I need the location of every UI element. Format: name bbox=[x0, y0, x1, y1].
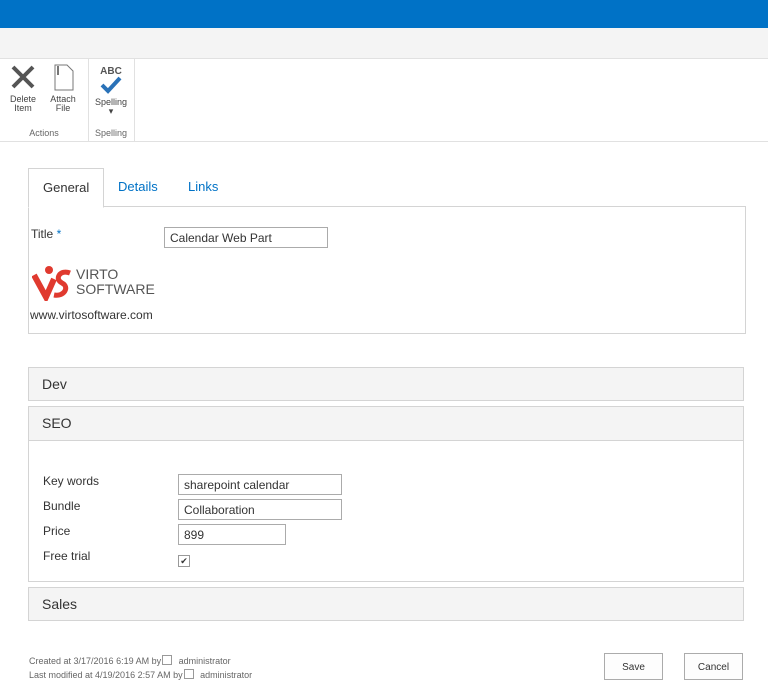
delete-item-button[interactable]: Delete Item bbox=[5, 63, 41, 113]
logo-software: SOFTWARE bbox=[76, 281, 155, 297]
required-marker: * bbox=[56, 227, 62, 241]
section-dev-header: Dev bbox=[42, 376, 67, 392]
tab-details[interactable]: Details bbox=[104, 168, 172, 206]
top-suite-bar bbox=[0, 0, 768, 28]
section-seo-header[interactable]: SEO bbox=[29, 407, 743, 441]
spelling-group-label: Spelling bbox=[94, 128, 128, 138]
ribbon-group-actions: Delete Item Attach File Actions bbox=[0, 59, 89, 141]
actions-group-label: Actions bbox=[29, 128, 59, 138]
price-input[interactable]: 899 bbox=[178, 524, 286, 545]
modified-info: Last modified at 4/19/2016 2:57 AM by ad… bbox=[29, 669, 252, 680]
free-trial-checkbox[interactable]: ✔ bbox=[178, 555, 190, 567]
attach-label-2: File bbox=[55, 103, 71, 113]
ribbon-group-spelling: ABC Spelling ▾ Spelling bbox=[88, 59, 135, 141]
user-presence-icon bbox=[162, 655, 173, 665]
virto-logo-mark-icon bbox=[31, 266, 71, 304]
modified-user-link[interactable]: administrator bbox=[200, 670, 252, 680]
section-dev[interactable]: Dev bbox=[28, 367, 744, 401]
ribbon: Delete Item Attach File Actions ABC Spelli… bbox=[0, 59, 768, 142]
tab-general[interactable]: General bbox=[28, 168, 104, 208]
title-label-text: Title bbox=[31, 227, 54, 241]
logo-virto: VIRTO bbox=[76, 266, 119, 282]
section-sales[interactable]: Sales bbox=[28, 587, 744, 621]
delete-label-2: Item bbox=[14, 103, 32, 113]
price-label: Price bbox=[43, 524, 71, 538]
ribbon-tab-bar bbox=[0, 28, 768, 59]
checkmark-icon bbox=[100, 76, 122, 94]
tab-links[interactable]: Links bbox=[174, 168, 232, 206]
website-url: www.virtosoftware.com bbox=[30, 308, 153, 322]
bundle-label: Bundle bbox=[43, 499, 81, 513]
virto-logo: VIRTO SOFTWARE bbox=[31, 265, 155, 304]
created-text: Created at 3/17/2016 6:19 AM by bbox=[29, 656, 162, 666]
save-button[interactable]: Save bbox=[604, 653, 663, 680]
title-label: Title * bbox=[31, 227, 61, 241]
general-panel: Title * Calendar Web Part VIRTO SOFTWARE… bbox=[28, 206, 746, 334]
abc-label: ABC bbox=[100, 66, 122, 77]
keywords-label: Key words bbox=[43, 474, 100, 488]
title-input[interactable]: Calendar Web Part bbox=[164, 227, 328, 248]
section-sales-header: Sales bbox=[42, 596, 78, 612]
created-info: Created at 3/17/2016 6:19 AM by administ… bbox=[29, 655, 231, 666]
free-trial-label: Free trial bbox=[43, 549, 91, 563]
dropdown-arrow-icon: ▾ bbox=[108, 106, 114, 116]
user-presence-icon bbox=[183, 669, 194, 679]
modified-text: Last modified at 4/19/2016 2:57 AM by bbox=[29, 670, 183, 680]
attach-file-icon bbox=[54, 64, 74, 91]
attach-file-button[interactable]: Attach File bbox=[45, 63, 81, 113]
bundle-input[interactable]: Collaboration bbox=[178, 499, 342, 520]
spelling-button[interactable]: ABC Spelling ▾ bbox=[92, 67, 130, 116]
keywords-input[interactable]: sharepoint calendar bbox=[178, 474, 342, 495]
section-seo: SEO Key words sharepoint calendar Bundle… bbox=[28, 406, 744, 582]
created-user-link[interactable]: administrator bbox=[179, 656, 231, 666]
cancel-button[interactable]: Cancel bbox=[684, 653, 743, 680]
delete-x-icon bbox=[11, 65, 35, 89]
